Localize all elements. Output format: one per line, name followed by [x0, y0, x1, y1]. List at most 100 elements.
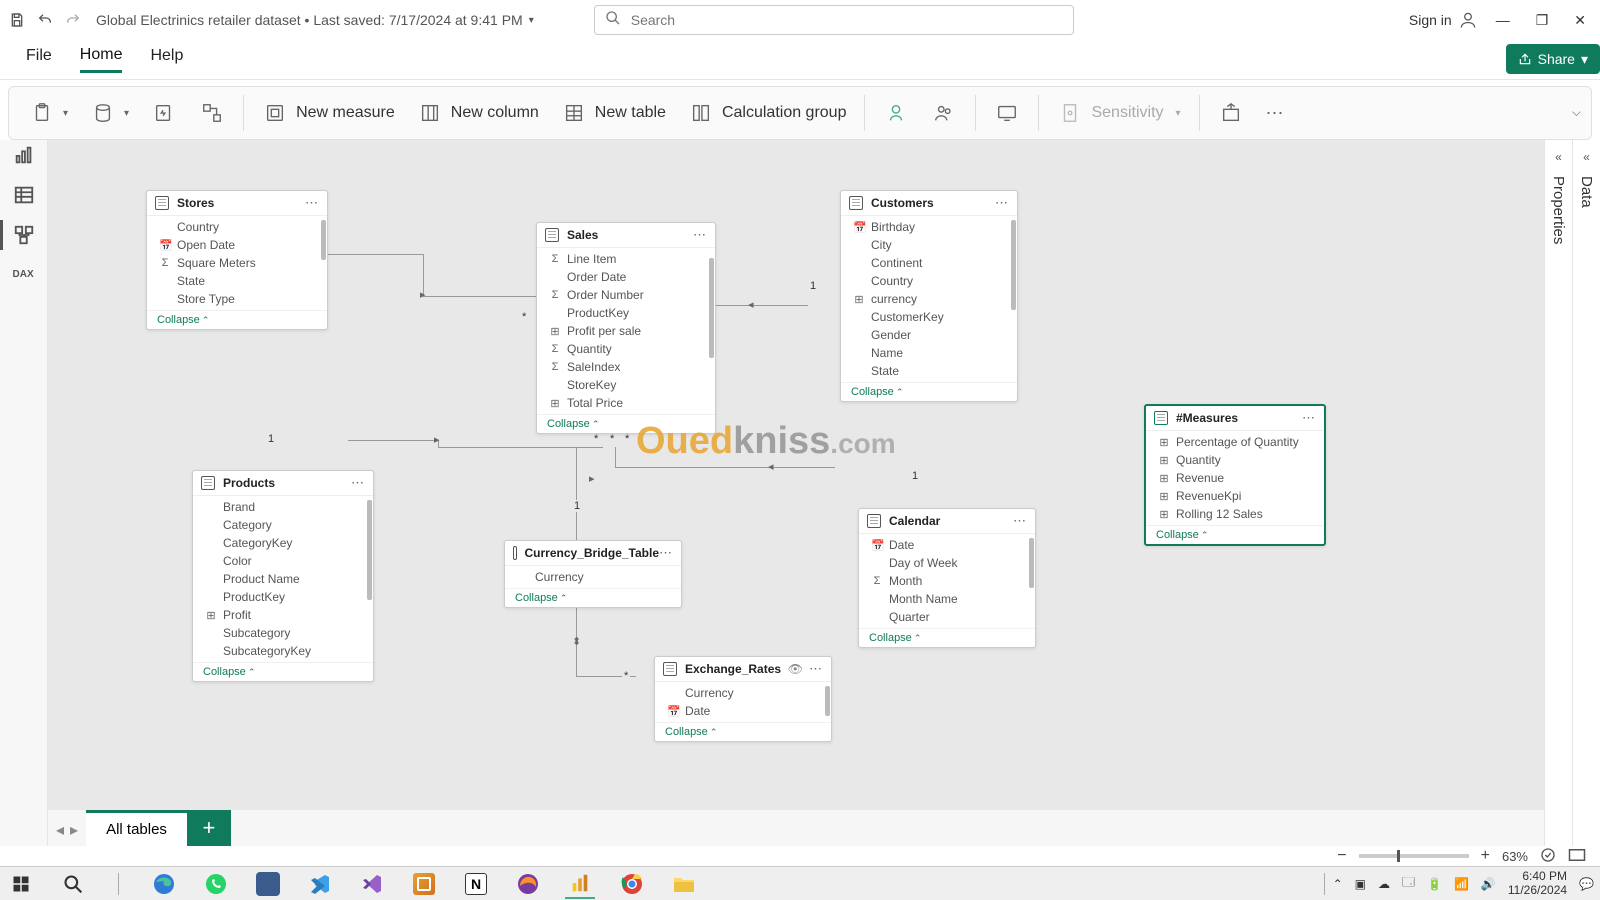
field-row[interactable]: ⊞Profit: [193, 606, 373, 624]
app-icon[interactable]: [253, 869, 283, 899]
ribbon-chevron-icon[interactable]: ⌵: [1572, 105, 1581, 120]
collapse-button[interactable]: Collapse⌃: [505, 588, 681, 607]
model-view-icon[interactable]: [13, 224, 35, 246]
refresh-button[interactable]: [141, 96, 187, 130]
cloud-icon[interactable]: ☁: [1378, 877, 1390, 891]
new-column-button[interactable]: New column: [407, 96, 549, 130]
field-row[interactable]: Quarter: [859, 608, 1035, 626]
field-row[interactable]: Name: [841, 344, 1017, 362]
vscode-icon[interactable]: [305, 869, 335, 899]
field-row[interactable]: Country: [841, 272, 1017, 290]
field-row[interactable]: ProductKey: [193, 588, 373, 606]
more-icon[interactable]: ⋯: [995, 195, 1009, 211]
menu-help[interactable]: Help: [150, 47, 183, 73]
field-row[interactable]: State: [841, 362, 1017, 380]
report-view-icon[interactable]: [13, 144, 35, 166]
properties-panel[interactable]: « Properties: [1544, 140, 1572, 846]
field-row[interactable]: Currency: [505, 568, 681, 586]
field-row[interactable]: ⊞Quantity: [1146, 451, 1324, 469]
explorer-icon[interactable]: [669, 869, 699, 899]
get-data-button[interactable]: ▾: [80, 96, 139, 130]
more-icon[interactable]: ⋯: [1302, 410, 1316, 426]
search-input[interactable]: Search: [594, 5, 1074, 35]
field-row[interactable]: Brand: [193, 498, 373, 516]
field-row[interactable]: Order Date: [537, 268, 715, 286]
new-table-button[interactable]: New table: [551, 96, 676, 130]
field-row[interactable]: Store Type: [147, 290, 327, 308]
field-row[interactable]: Country: [147, 218, 327, 236]
field-row[interactable]: CustomerKey: [841, 308, 1017, 326]
more-icon[interactable]: ⋯: [351, 475, 365, 491]
table-exchange-rates[interactable]: Exchange_Rates 👁 ⋯ Currency📅Date Collaps…: [654, 656, 832, 742]
field-row[interactable]: 📅Date: [859, 536, 1035, 554]
chrome-icon[interactable]: [617, 869, 647, 899]
new-measure-button[interactable]: New measure: [252, 96, 405, 130]
collapse-button[interactable]: Collapse⌃: [193, 662, 373, 681]
save-icon[interactable]: [8, 11, 26, 29]
field-row[interactable]: Continent: [841, 254, 1017, 272]
field-row[interactable]: City: [841, 236, 1017, 254]
field-row[interactable]: State: [147, 272, 327, 290]
field-row[interactable]: ⊞currency: [841, 290, 1017, 308]
notifications-icon[interactable]: 💬: [1579, 877, 1594, 891]
sensitivity-button[interactable]: Sensitivity▾: [1047, 96, 1190, 130]
tray-icon[interactable]: ▣: [1355, 877, 1366, 891]
tray-chevron-icon[interactable]: ⌃: [1333, 877, 1343, 891]
powerbi-icon[interactable]: [565, 869, 595, 899]
field-row[interactable]: ⊞RevenueKpi: [1146, 487, 1324, 505]
publish-button[interactable]: [1208, 96, 1254, 130]
close-button[interactable]: ✕: [1574, 12, 1586, 29]
more-icon[interactable]: ⋯: [659, 545, 673, 561]
minimize-button[interactable]: —: [1496, 12, 1510, 29]
field-row[interactable]: ⊞Rolling 12 Sales: [1146, 505, 1324, 523]
search-button[interactable]: [58, 869, 88, 899]
visual-studio-icon[interactable]: [357, 869, 387, 899]
maximize-button[interactable]: ❐: [1536, 12, 1549, 29]
data-panel[interactable]: « Data: [1572, 140, 1600, 846]
field-row[interactable]: Product Name: [193, 570, 373, 588]
field-row[interactable]: ⊞Revenue: [1146, 469, 1324, 487]
field-row[interactable]: ΣQuantity: [537, 340, 715, 358]
field-row[interactable]: 📅Open Date: [147, 236, 327, 254]
field-row[interactable]: SubcategoryKey: [193, 642, 373, 660]
field-row[interactable]: Currency: [655, 684, 831, 702]
redo-icon[interactable]: [64, 11, 82, 29]
tab-next-button[interactable]: ▸: [70, 820, 78, 840]
paste-button[interactable]: ▾: [19, 96, 78, 130]
zoom-in-button[interactable]: +: [1481, 847, 1490, 865]
battery-icon[interactable]: 🔋: [1427, 877, 1442, 891]
field-row[interactable]: ΣLine Item: [537, 250, 715, 268]
field-row[interactable]: ΣOrder Number: [537, 286, 715, 304]
field-row[interactable]: Subcategory: [193, 624, 373, 642]
field-row[interactable]: ⊞Percentage of Quantity: [1146, 433, 1324, 451]
table-currency-bridge[interactable]: Currency_Bridge_Table⋯ Currency Collapse…: [504, 540, 682, 608]
field-row[interactable]: Category: [193, 516, 373, 534]
menu-file[interactable]: File: [26, 47, 52, 73]
qa-button[interactable]: [873, 96, 919, 130]
start-button[interactable]: [6, 869, 36, 899]
fit-width-icon[interactable]: [1568, 848, 1586, 865]
more-icon[interactable]: ⋯: [693, 227, 707, 243]
collapse-button[interactable]: Collapse⌃: [1146, 525, 1324, 544]
field-row[interactable]: ⊞Profit per sale: [537, 322, 715, 340]
wifi-icon[interactable]: 📶: [1454, 877, 1469, 891]
field-row[interactable]: ΣSquare Meters: [147, 254, 327, 272]
relationships-button[interactable]: [189, 96, 235, 130]
field-row[interactable]: Color: [193, 552, 373, 570]
model-canvas[interactable]: 1 * ▸ * 1 ◂ 1 * ▸ * 1 ◂ * 1 ▸ 1 * ⬍ Stor…: [48, 140, 1544, 846]
table-measures[interactable]: #Measures⋯ ⊞Percentage of Quantity⊞Quant…: [1144, 404, 1326, 546]
view-as-button[interactable]: [984, 96, 1030, 130]
more-icon[interactable]: ⋯: [1013, 513, 1027, 529]
field-row[interactable]: StoreKey: [537, 376, 715, 394]
collapse-button[interactable]: Collapse⌃: [859, 628, 1035, 647]
more-icon[interactable]: ⋯: [305, 195, 319, 211]
more-button[interactable]: ⋯: [1256, 99, 1296, 128]
table-customers[interactable]: Customers⋯ 📅BirthdayCityContinentCountry…: [840, 190, 1018, 402]
fit-page-icon[interactable]: [1540, 847, 1556, 866]
field-row[interactable]: ⊞Total Price: [537, 394, 715, 412]
calc-group-button[interactable]: Calculation group: [678, 96, 857, 130]
collapse-button[interactable]: Collapse⌃: [147, 310, 327, 329]
title-chevron-icon[interactable]: ▾: [529, 15, 534, 26]
roles-button[interactable]: [921, 96, 967, 130]
field-row[interactable]: ΣMonth: [859, 572, 1035, 590]
